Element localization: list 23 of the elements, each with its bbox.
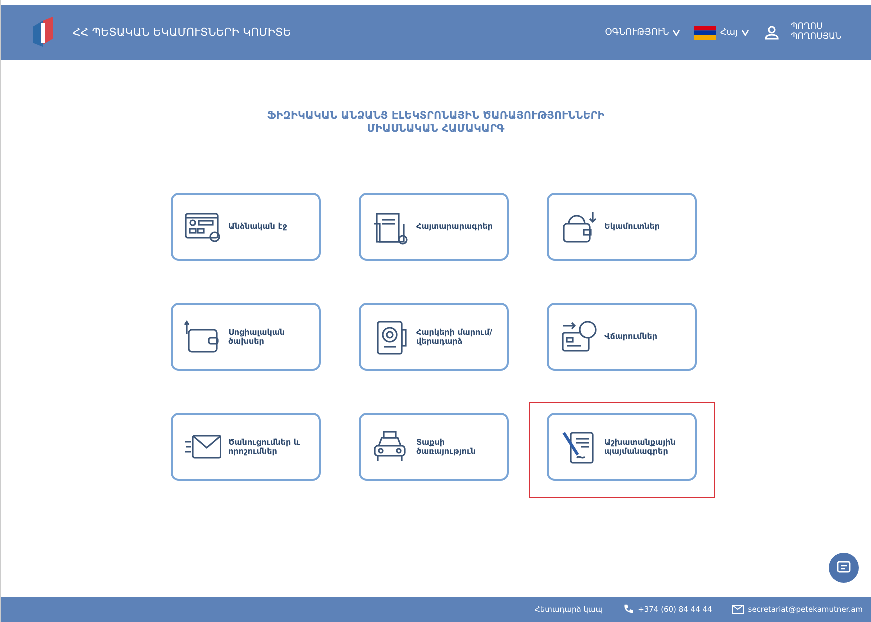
flag-icon [694,26,716,40]
help-menu[interactable]: ՕԳՆՈՒԹՅՈՒՆ [605,28,680,38]
service-tile[interactable]: Տաքսի ծառայություն [358,413,508,482]
envelope-icon [732,605,744,614]
service-tile[interactable]: Սոցիալական ծախսեր [170,303,320,372]
logo-icon [31,16,55,48]
service-tile[interactable]: Հայտարարագրեր [358,193,508,262]
organization-name: ՀՀ ՊԵՏԱԿԱՆ ԵԿԱՄՈՒՏՆԵՐԻ ԿՈՄԻՏԵ [73,26,292,39]
chat-button[interactable] [829,553,859,583]
chat-icon [837,561,851,575]
page-title: ՖԻԶԻԿԱԿԱՆ ԱՆՁԱՆՑ ԷԼԵԿՏՐՈՆԱՅԻՆ ԾԱՌԱՅՈՒԹՅՈՒՆՆԵՐԻ ՄԻԱՍՆԱԿԱՆ ՀԱՄԱԿԱՐԳ [266,110,606,136]
caret-icon [742,30,749,36]
phone-icon [623,604,634,615]
caret-icon [673,30,680,36]
service-tile[interactable]: Աշխատանքային պայմանագրեր [546,413,696,482]
service-tile[interactable]: Անձնական էջ [170,193,320,262]
service-tile[interactable]: Վճարումներ [546,303,696,372]
user-icon [765,26,779,40]
service-tile[interactable]: Ծանուցումներ և որոշումներ [170,413,320,482]
language-menu[interactable]: Հայ [720,28,749,38]
user-name[interactable]: ՊՈՂՈՍ ՊՈՂՈՍՅԱՆ [791,23,851,42]
service-tile[interactable]: Եկամուտներ [546,193,696,262]
service-tile[interactable]: Հարկերի մարում/վերադարձ [358,303,508,372]
